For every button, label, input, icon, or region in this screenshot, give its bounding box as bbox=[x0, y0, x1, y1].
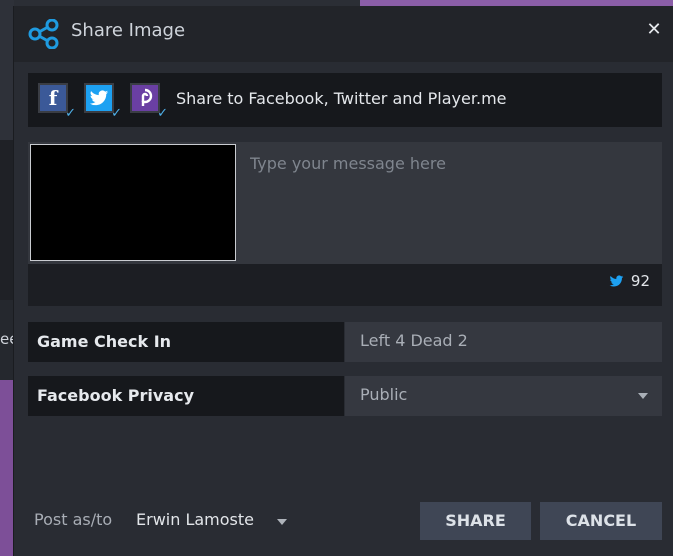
share-button[interactable]: SHARE bbox=[420, 502, 531, 540]
share-icon bbox=[28, 19, 59, 49]
cancel-button[interactable]: CANCEL bbox=[540, 502, 662, 540]
twitter-icon bbox=[84, 83, 114, 113]
message-composer: 92 bbox=[28, 142, 662, 306]
dialog-title: Share Image bbox=[71, 20, 186, 41]
share-image-dialog: Share Image ✕ f ✓ ✓ ✓ Share to Facebook,… bbox=[14, 6, 673, 556]
message-input[interactable] bbox=[250, 144, 650, 264]
twitter-toggle[interactable]: ✓ bbox=[84, 83, 122, 121]
facebook-privacy-value: Public bbox=[360, 385, 408, 404]
chevron-down-icon[interactable] bbox=[277, 519, 287, 525]
chevron-down-icon bbox=[638, 393, 648, 399]
background-strip bbox=[0, 380, 14, 556]
close-icon[interactable]: ✕ bbox=[644, 20, 664, 40]
message-box bbox=[28, 142, 662, 264]
background-strip bbox=[0, 140, 14, 300]
image-thumbnail bbox=[30, 144, 236, 261]
twitter-bird-icon bbox=[609, 274, 624, 287]
facebook-privacy-label: Facebook Privacy bbox=[28, 376, 344, 416]
background-strip bbox=[0, 0, 14, 140]
share-networks-bar: f ✓ ✓ ✓ Share to Facebook, Twitter and P… bbox=[28, 73, 662, 127]
post-as-label: Post as/to bbox=[34, 510, 113, 529]
check-icon: ✓ bbox=[111, 106, 122, 121]
dialog-titlebar: Share Image ✕ bbox=[14, 6, 673, 62]
facebook-icon: f bbox=[38, 83, 68, 113]
game-check-in-field[interactable]: Left 4 Dead 2 bbox=[345, 322, 662, 362]
check-icon: ✓ bbox=[157, 106, 168, 121]
character-count: 92 bbox=[630, 272, 650, 290]
background-app-edge: ee bbox=[0, 0, 18, 556]
facebook-toggle[interactable]: f ✓ bbox=[38, 83, 76, 121]
post-as-user-select[interactable]: Erwin Lamoste bbox=[136, 510, 254, 529]
character-counter: 92 bbox=[609, 272, 650, 290]
dialog-footer: Post as/to Erwin Lamoste SHARE CANCEL bbox=[14, 502, 673, 542]
share-to-label: Share to Facebook, Twitter and Player.me bbox=[176, 89, 507, 108]
check-icon: ✓ bbox=[65, 106, 76, 121]
playerme-toggle[interactable]: ✓ bbox=[130, 83, 168, 121]
facebook-privacy-row: Facebook Privacy Public bbox=[28, 376, 662, 416]
game-check-in-label: Game Check In bbox=[28, 322, 344, 362]
playerme-icon bbox=[130, 83, 160, 113]
game-check-in-row: Game Check In Left 4 Dead 2 bbox=[28, 322, 662, 362]
facebook-privacy-select[interactable]: Public bbox=[345, 376, 662, 416]
